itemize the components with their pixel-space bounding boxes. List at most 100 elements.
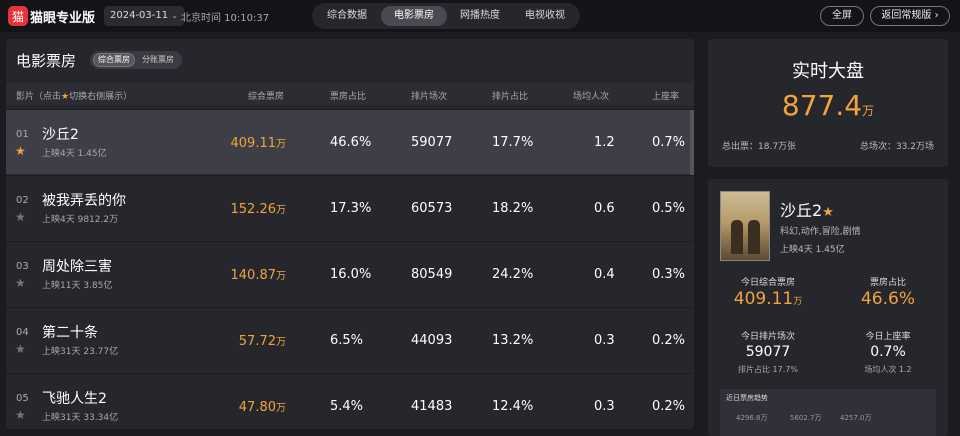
table-header: 影片（点击★切换右侧展示） 综合票房 票房占比 排片场次 排片占比 场均人次 上… (6, 83, 694, 105)
star-icon[interactable]: ★ (15, 210, 26, 224)
table-row[interactable]: 05 ★ 飞驰人生2 上映31天 33.34亿 47.80万 5.4% 4148… (6, 373, 694, 429)
trend-value: 4296.8万 (736, 414, 768, 422)
detail-sub: 上映4天 1.45亿 (780, 245, 845, 255)
box-number: 409.11 (230, 136, 277, 151)
realtime-total-unit: 万 (862, 104, 875, 118)
box-number: 47.80 (238, 400, 276, 415)
box-value: 57.72万 (239, 333, 286, 349)
brand-title: 猫眼专业版 (30, 11, 96, 26)
chevron-down-icon: ⌄ (171, 11, 179, 20)
today-box-label: 今日综合票房 (740, 278, 795, 288)
sessions: 60573 (411, 201, 453, 216)
realtime-card: 实时大盘 877.4万 总出票：18.7万张 总场次：33.2万场 (708, 39, 948, 167)
box-share: 5.4% (330, 399, 364, 414)
chevron-right-icon: › (934, 10, 939, 21)
star-icon[interactable]: ★ (15, 408, 26, 422)
sessions: 41483 (411, 399, 453, 414)
maoyan-logo-icon: 猫 (8, 6, 28, 26)
trend-title: 近日票房趋势 (726, 394, 768, 402)
col-avg: 场均人次 (573, 92, 610, 102)
fullscreen-button[interactable]: 全屏 (820, 6, 864, 26)
table-row[interactable]: 01 ★ 沙丘2 上映4天 1.45亿 409.11万 46.6% 59077 … (6, 109, 694, 175)
box-value: 47.80万 (239, 399, 286, 415)
box-unit: 万 (276, 337, 286, 348)
box-number: 140.87 (230, 268, 277, 283)
tab-movie-box-office[interactable]: 电影票房 (381, 6, 447, 26)
col-film-label: 影片（点击 (16, 92, 62, 102)
occupancy: 0.5% (652, 201, 686, 216)
realtime-total-value: 877.4 (781, 89, 863, 122)
total-sessions: 总场次：33.2万场 (859, 142, 934, 152)
movie-sub: 上映4天 1.45亿 (42, 149, 107, 159)
back-to-standard-button[interactable]: 返回常规版 › (870, 6, 950, 26)
box-value: 409.11万 (231, 135, 287, 151)
box-type-toggle: 综合票房 分账票房 (90, 51, 182, 69)
movie-sub: 上映31天 33.34亿 (42, 413, 119, 423)
movie-sub: 上映4天 9812.2万 (42, 215, 119, 225)
sessions: 59077 (411, 135, 453, 150)
col-box: 综合票房 (248, 92, 285, 102)
box-unit: 万 (276, 271, 286, 282)
col-film: 影片（点击★切换右侧展示） (16, 89, 132, 102)
poster-figure (731, 220, 743, 254)
scrollbar[interactable] (690, 110, 694, 175)
box-share: 17.3% (330, 201, 372, 216)
col-sessions: 排片场次 (411, 92, 448, 102)
avg-people: 0.3 (594, 333, 615, 348)
rank: 02 (16, 195, 29, 206)
occupancy: 0.3% (652, 267, 686, 282)
col-occupancy: 上座率 (652, 92, 680, 102)
star-icon[interactable]: ★ (15, 144, 26, 158)
movie-poster (720, 191, 770, 261)
rank: 04 (16, 327, 29, 338)
tab-web-heat[interactable]: 网播热度 (451, 6, 509, 26)
seg-split-box[interactable]: 分账票房 (138, 53, 178, 67)
col-box-share: 票房占比 (330, 92, 367, 102)
movie-name: 第二十条 (42, 325, 98, 341)
table-row[interactable]: 02 ★ 被我弄丢的你 上映4天 9812.2万 152.26万 17.3% 6… (6, 175, 694, 240)
sessions: 44093 (411, 333, 453, 348)
star-icon[interactable]: ★ (15, 276, 26, 290)
box-unit: 万 (276, 205, 286, 216)
date-picker[interactable]: 2024-03-11 ⌄ (104, 6, 185, 26)
total-tickets: 总出票：18.7万张 (722, 142, 797, 152)
panel-title: 电影票房 (16, 52, 77, 70)
box-share: 16.0% (330, 267, 372, 282)
today-sessions-sub: 排片占比 17.7% (738, 365, 798, 374)
box-value: 152.26万 (231, 201, 287, 217)
realtime-total: 877.4万 (708, 89, 948, 122)
box-unit: 万 (276, 139, 286, 150)
seg-total-box[interactable]: 综合票房 (93, 53, 135, 67)
trend-value: 5602.7万 (790, 414, 822, 422)
col-session-share: 排片占比 (492, 92, 529, 102)
col-film-hint: 切换右侧展示） (69, 92, 133, 102)
tab-tv-ratings[interactable]: 电视收视 (516, 6, 574, 26)
avg-people: 0.4 (594, 267, 615, 282)
occupancy: 0.7% (652, 135, 686, 150)
session-share: 13.2% (492, 333, 534, 348)
box-unit: 万 (276, 403, 286, 414)
rank: 01 (16, 129, 29, 140)
trend-chart: 近日票房趋势 4296.8万 5602.7万 4257.0万 (720, 389, 936, 436)
beijing-time: 北京时间 10:10:37 (181, 13, 270, 24)
table-row[interactable]: 04 ★ 第二十条 上映31天 23.77亿 57.72万 6.5% 44093… (6, 307, 694, 372)
back-label: 返回常规版 (881, 10, 932, 21)
today-sessions-label: 今日排片场次 (740, 332, 795, 342)
poster-figure (748, 220, 760, 254)
rank: 05 (16, 393, 29, 404)
today-box: 409.11万 (708, 289, 828, 309)
star-icon[interactable]: ★ (15, 342, 26, 356)
avg-people: 1.2 (594, 135, 615, 150)
realtime-title: 实时大盘 (792, 61, 864, 82)
box-number: 152.26 (230, 202, 277, 217)
today-box-unit: 万 (793, 297, 803, 307)
avg-people: 0.6 (594, 201, 615, 216)
trend-value: 4257.0万 (840, 414, 872, 422)
occupancy: 0.2% (652, 399, 686, 414)
main-nav: 综合数据 电影票房 网播热度 电视收视 (312, 3, 580, 29)
tab-overview[interactable]: 综合数据 (318, 6, 376, 26)
movie-name: 周处除三害 (42, 259, 112, 275)
movie-name: 沙丘2 (42, 127, 79, 143)
box-share: 6.5% (330, 333, 364, 348)
table-row[interactable]: 03 ★ 周处除三害 上映11天 3.85亿 140.87万 16.0% 805… (6, 241, 694, 306)
